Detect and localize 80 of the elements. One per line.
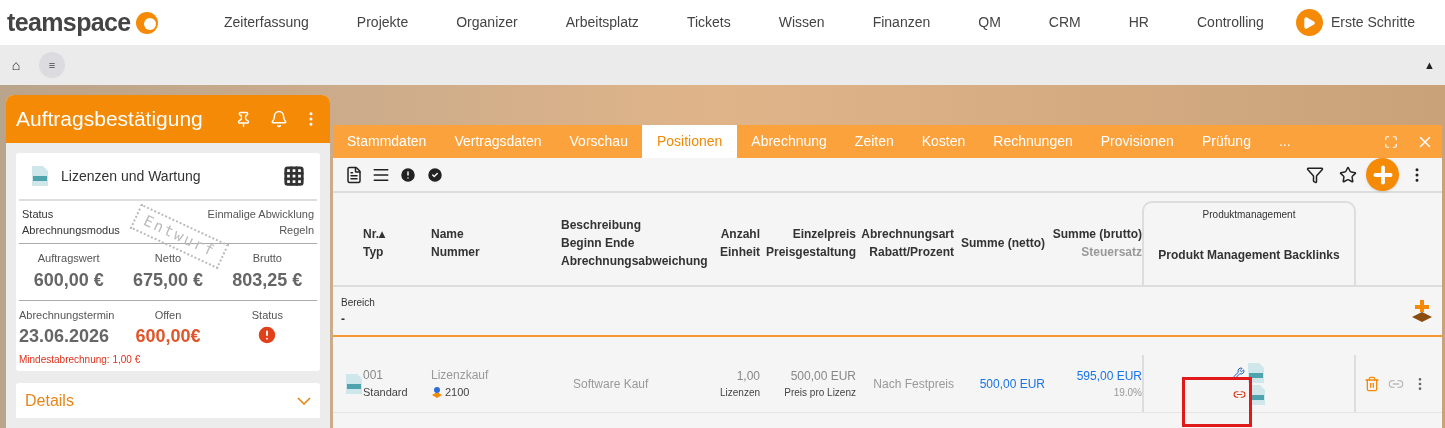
home-button[interactable]: ⌂ — [10, 54, 22, 76]
nav-link[interactable]: Organizer — [456, 12, 518, 33]
document-icon — [345, 372, 363, 395]
column-header: Steuersatz — [1081, 244, 1142, 261]
pricing: Preis pro Lizenz — [784, 386, 856, 400]
wrench-icon[interactable] — [1233, 366, 1245, 379]
column-header: Summe (netto) — [961, 235, 1045, 252]
position-description: Software Kauf — [572, 375, 650, 393]
amount-value: 803,25 € — [232, 268, 303, 292]
menu-button[interactable]: ≡ — [39, 52, 65, 78]
column-header: Abrechnungsart — [861, 226, 954, 243]
nav-link[interactable]: Finanzen — [872, 12, 931, 33]
link-icon[interactable] — [1232, 388, 1246, 401]
column-header: Abrechnungsabweichung — [561, 253, 709, 270]
document-icon — [31, 165, 49, 187]
card-title: Lizenzen und Wartung — [61, 166, 202, 186]
status-label: Status — [251, 307, 283, 323]
unit-price: 500,00 EUR — [790, 368, 856, 385]
net-sum: 500,00 EUR — [978, 375, 1045, 393]
column-header[interactable]: Nr.▴ — [363, 225, 431, 243]
position-type: Standard — [363, 385, 409, 401]
section-label: Bereich — [341, 295, 375, 310]
column-header: Einheit — [720, 244, 760, 261]
details-view-icon[interactable] — [345, 165, 363, 184]
column-header: Einzelpreis — [792, 226, 856, 243]
info-value: Regeln — [279, 223, 314, 238]
nav-link[interactable]: Controlling — [1197, 12, 1264, 33]
billing-date-label: Abrechnungstermin — [19, 307, 116, 323]
amount-label: Brutto — [252, 251, 282, 266]
position-number: 001 — [363, 367, 385, 385]
column-header: Nummer — [431, 244, 481, 261]
nav-link[interactable]: QM — [978, 12, 1001, 33]
collapse-button[interactable]: ▲ — [1424, 56, 1435, 74]
nav-link[interactable]: Arbeitsplatz — [565, 12, 639, 33]
minimum-billing-note: Mindestabrechnung: 1,00 € — [19, 353, 142, 367]
filter-icon[interactable] — [1306, 165, 1324, 184]
nav-link[interactable]: HR — [1128, 12, 1149, 33]
billing-type: Nach Festpreis — [872, 375, 954, 393]
column-header: Beschreibung — [561, 217, 642, 234]
panel-title: Auftragsbestätigung — [16, 106, 204, 133]
group-title: Produktmanagement — [1202, 208, 1296, 222]
add-section-icon[interactable] — [1412, 300, 1432, 322]
column-header: Beginn Ende — [561, 235, 636, 252]
nav-link[interactable]: CRM — [1048, 12, 1081, 33]
gross-sum: 595,00 EUR — [1076, 368, 1142, 385]
brand-logo-text: teamspace — [7, 6, 131, 38]
column-header: Summe (brutto) — [1052, 226, 1142, 243]
amount-label: Auftragswert — [37, 251, 100, 266]
nav-link[interactable]: Tickets — [686, 12, 731, 33]
open-label: Offen — [154, 307, 182, 323]
play-icon — [1295, 9, 1323, 36]
first-steps-button[interactable]: Erste Schritte — [1295, 9, 1445, 36]
column-header: Produkt Management Backlinks — [1158, 247, 1340, 264]
column-header: Name — [431, 226, 465, 243]
amount-value: 600,00 € — [33, 268, 104, 292]
tax-rate: 19.0% — [1113, 386, 1142, 400]
billing-date: 23.06.2026 — [19, 325, 111, 348]
column-header: Rabatt/Prozent — [869, 244, 954, 261]
check-filter-icon[interactable] — [426, 165, 444, 184]
nav-link[interactable]: Wissen — [778, 12, 825, 33]
nav-link[interactable]: Projekte — [356, 12, 409, 33]
nav-link[interactable]: Zeiterfassung — [224, 12, 309, 33]
section-value: - — [341, 310, 346, 328]
column-header: Preisgestaltung — [765, 244, 856, 261]
amount-label: Netto — [154, 252, 182, 266]
document-icon — [1247, 361, 1265, 384]
grid-icon[interactable] — [283, 165, 305, 187]
position-number-code: 2100 — [445, 385, 470, 401]
position-name: Lizenzkauf — [431, 367, 490, 385]
unit: Lizenzen — [719, 386, 760, 400]
info-label: Status — [22, 207, 54, 222]
quantity: 1,00 — [736, 368, 760, 385]
open-amount: 600,00€ — [135, 325, 201, 348]
column-header: Anzahl — [720, 226, 760, 243]
brand-logo-icon — [134, 10, 159, 35]
alert-filter-icon[interactable] — [399, 165, 417, 184]
amount-value: 675,00 € — [132, 268, 204, 292]
info-label: Abrechnungsmodus — [22, 223, 120, 238]
column-header: Typ — [363, 244, 385, 261]
star-icon[interactable] — [1339, 165, 1357, 184]
